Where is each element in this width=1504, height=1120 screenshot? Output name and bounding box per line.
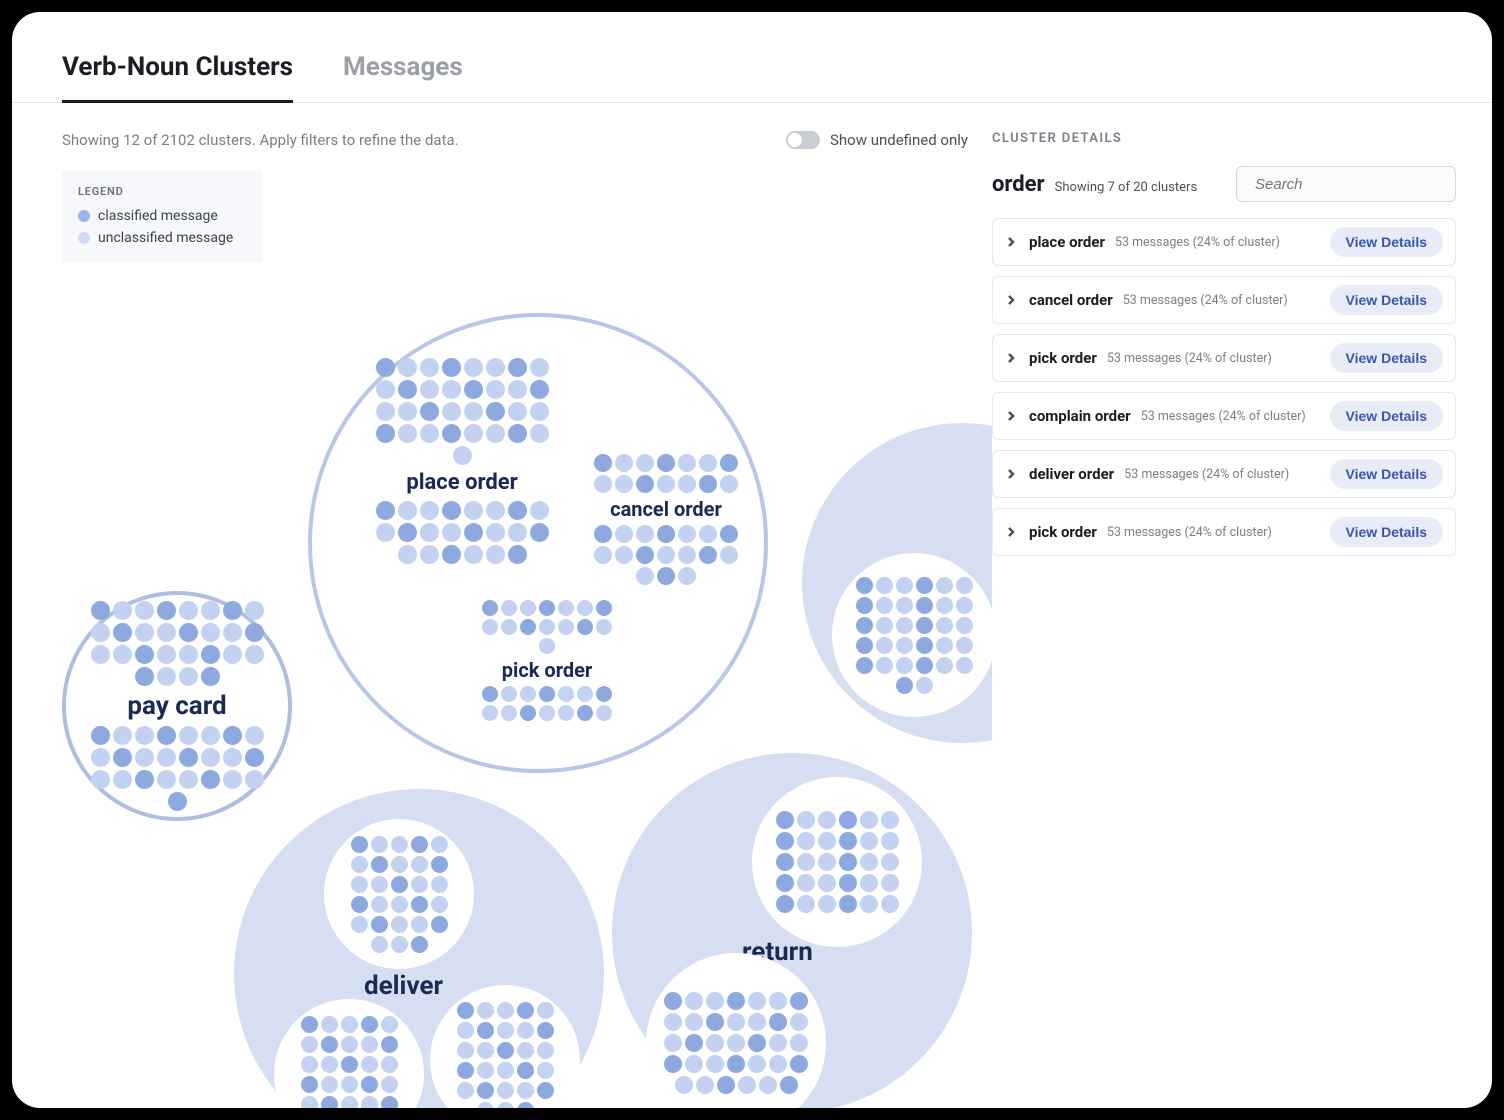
cluster-card[interactable]: pick order 53 messages (24% of cluster)Vi… — [992, 508, 1456, 556]
view-details-button[interactable]: View Details — [1330, 517, 1443, 547]
details-selected-sub: Showing 7 of 20 clusters — [1055, 180, 1198, 195]
details-title: CLUSTER DETAILS — [992, 131, 1456, 146]
view-details-button[interactable]: View Details — [1330, 343, 1443, 373]
tab-bar: Verb-Noun Clusters Messages — [12, 12, 1492, 103]
cluster-return[interactable]: return — [612, 753, 972, 1108]
subcluster-anon[interactable] — [430, 985, 580, 1108]
cluster-pay-card[interactable]: pay card — [62, 591, 292, 821]
cluster-card-sub: 53 messages (24% of cluster) — [1141, 409, 1330, 424]
view-details-button[interactable]: View Details — [1330, 459, 1443, 489]
dotgrid — [448, 1002, 562, 1109]
dotgrid — [594, 454, 738, 493]
view-details-button[interactable]: View Details — [1330, 401, 1443, 431]
cluster-card[interactable]: place order 53 messages (24% of cluster)V… — [992, 218, 1456, 266]
subcluster-anon[interactable] — [324, 819, 474, 969]
cluster-card-name: deliver order — [1029, 465, 1114, 483]
dotgrid — [292, 1016, 406, 1109]
dotgrid — [342, 836, 456, 953]
search-input[interactable] — [1255, 176, 1456, 193]
cluster-deliver[interactable]: deliver — [234, 789, 604, 1108]
subcluster-label: pick order — [502, 659, 592, 681]
chevron-right-icon — [1001, 348, 1021, 368]
cluster-card-name: cancel order — [1029, 291, 1113, 309]
cluster-card-sub: 53 messages (24% of cluster) — [1123, 293, 1330, 308]
chevron-right-icon — [1001, 406, 1021, 426]
subcluster-pick-order[interactable]: pick order — [462, 575, 632, 745]
cluster-card-name: place order — [1029, 233, 1105, 251]
cluster-card-sub: 53 messages (24% of cluster) — [1107, 525, 1330, 540]
bubble-canvas[interactable]: place order cancel order pick order — [12, 103, 992, 1108]
dotgrid — [594, 525, 738, 585]
cluster-partial-topright[interactable] — [802, 423, 992, 743]
chevron-right-icon — [1001, 290, 1021, 310]
subcluster-label: place order — [406, 471, 517, 495]
dotgrid — [84, 726, 270, 811]
cluster-card[interactable]: complain order 53 messages (24% of cluste… — [992, 392, 1456, 440]
dotgrid — [480, 686, 614, 721]
viz-column: Showing 12 of 2102 clusters. Apply filte… — [12, 103, 992, 1108]
dotgrid — [664, 992, 808, 1094]
cluster-list: place order53 messages (24% of cluster)V… — [992, 218, 1456, 556]
details-panel: CLUSTER DETAILS order Showing 7 of 20 cl… — [992, 103, 1492, 1108]
subcluster-cancel-order[interactable]: cancel order — [576, 429, 756, 609]
subcluster-place-order[interactable]: place order — [352, 351, 572, 571]
chevron-right-icon — [1001, 232, 1021, 252]
cluster-card-sub: 53 messages (24% of cluster) — [1107, 351, 1330, 366]
dotgrid — [770, 811, 904, 913]
tab-clusters[interactable]: Verb-Noun Clusters — [62, 52, 293, 103]
subcluster-anon[interactable] — [274, 999, 424, 1108]
view-details-button[interactable]: View Details — [1330, 285, 1443, 315]
subcluster-anon[interactable] — [646, 953, 826, 1108]
details-selected-name: order — [992, 172, 1045, 197]
tab-messages[interactable]: Messages — [343, 52, 463, 102]
subcluster-label: pay card — [127, 692, 226, 721]
cluster-card[interactable]: cancel order 53 messages (24% of cluster)… — [992, 276, 1456, 324]
dotgrid — [850, 577, 978, 694]
cluster-label-deliver: deliver — [364, 971, 443, 1001]
cluster-card-sub: 53 messages (24% of cluster) — [1124, 467, 1329, 482]
details-header: order Showing 7 of 20 clusters — [992, 166, 1456, 202]
chevron-right-icon — [1001, 464, 1021, 484]
dotgrid — [370, 501, 554, 564]
cluster-card[interactable]: pick order 53 messages (24% of cluster)Vi… — [992, 334, 1456, 382]
dotgrid — [370, 358, 554, 465]
dotgrid — [480, 600, 614, 654]
content-row: Showing 12 of 2102 clusters. Apply filte… — [12, 103, 1492, 1108]
cluster-order[interactable]: place order cancel order pick order — [308, 313, 768, 773]
cluster-card[interactable]: deliver order 53 messages (24% of cluster… — [992, 450, 1456, 498]
cluster-card-name: pick order — [1029, 349, 1097, 367]
view-details-button[interactable]: View Details — [1330, 227, 1443, 257]
subcluster-anon[interactable] — [752, 777, 922, 947]
subcluster-label: cancel order — [610, 498, 722, 520]
dotgrid — [84, 601, 270, 686]
subcluster-anon[interactable] — [832, 553, 992, 717]
cluster-card-name: complain order — [1029, 407, 1131, 425]
cluster-card-sub: 53 messages (24% of cluster) — [1115, 235, 1330, 250]
app-frame: Verb-Noun Clusters Messages Showing 12 o… — [12, 12, 1492, 1108]
cluster-card-name: pick order — [1029, 523, 1097, 541]
details-search[interactable] — [1236, 166, 1456, 202]
chevron-right-icon — [1001, 522, 1021, 542]
